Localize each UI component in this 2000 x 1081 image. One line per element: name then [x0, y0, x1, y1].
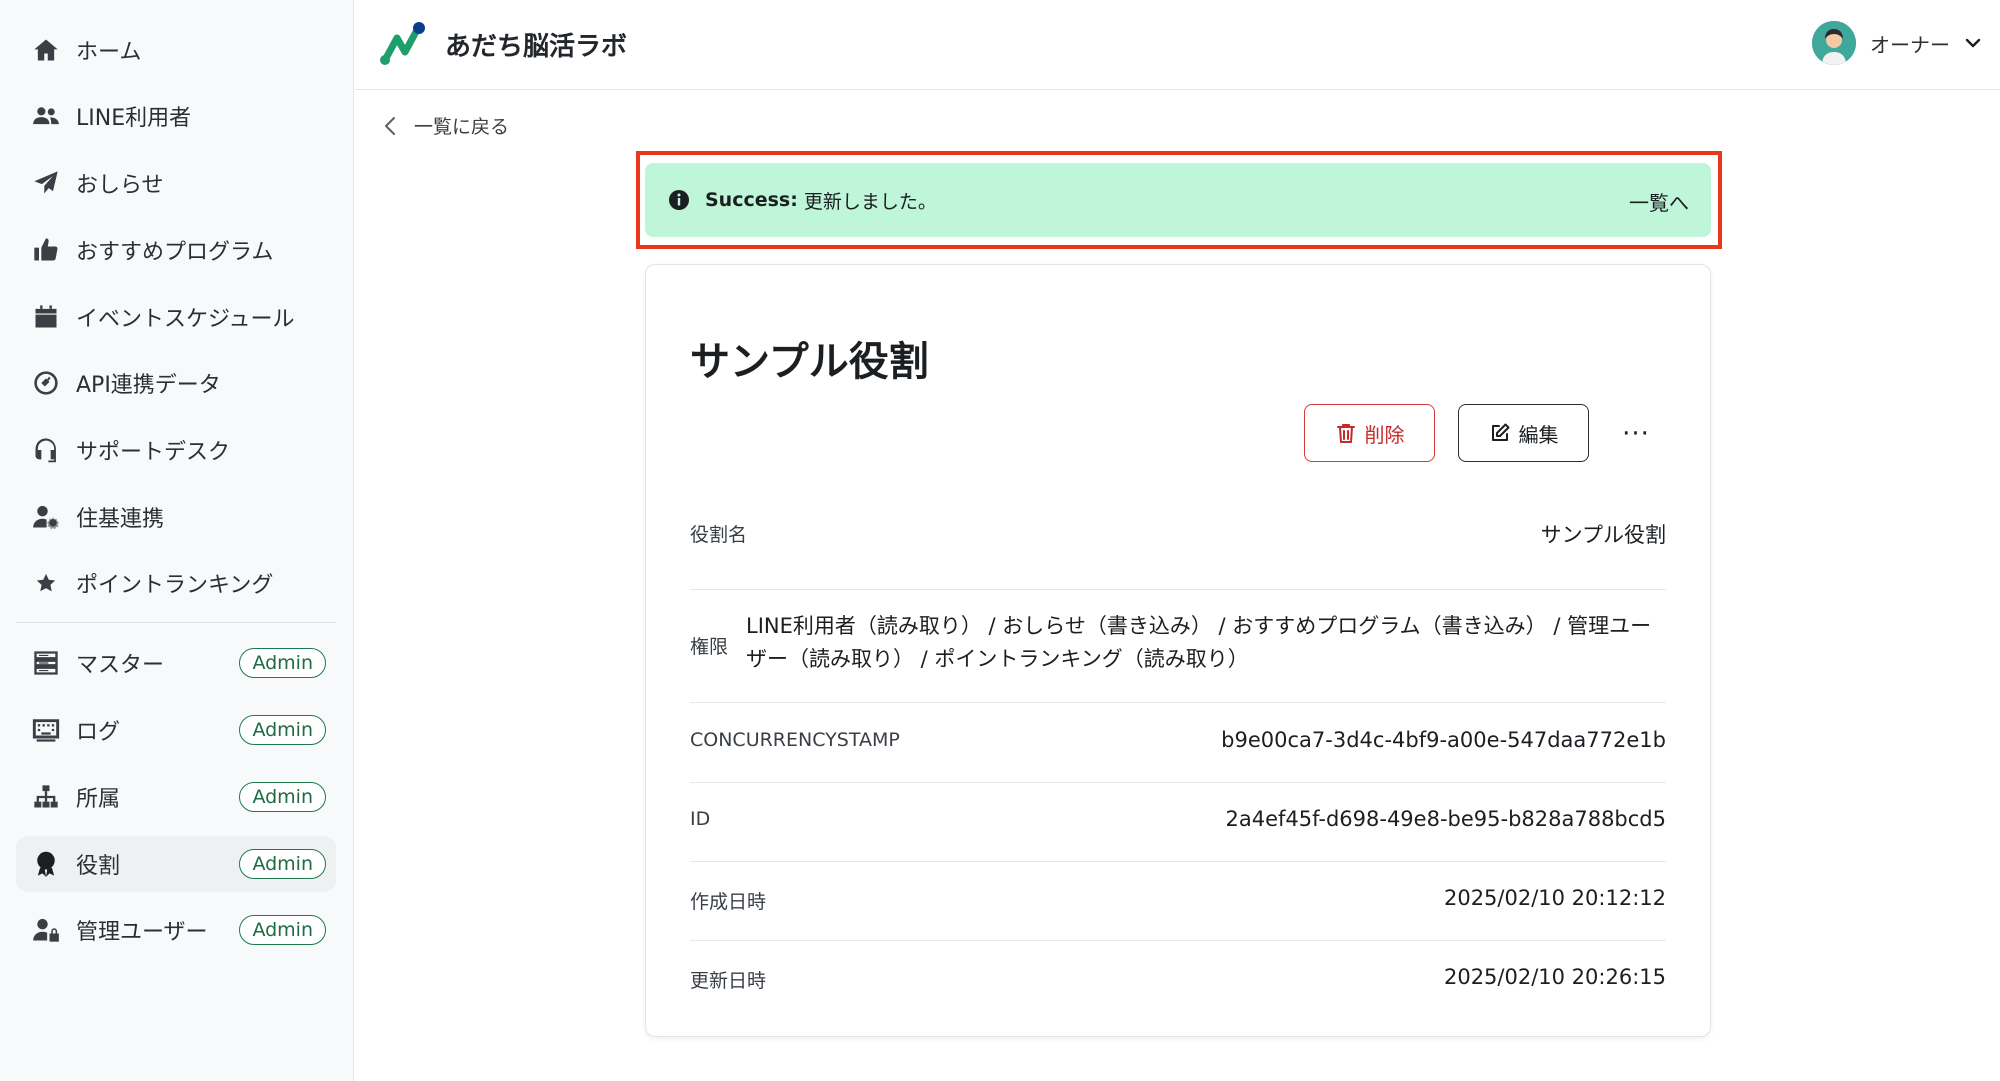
star-icon — [16, 572, 68, 594]
admin-badge: Admin — [239, 715, 326, 745]
sidebar-item-news[interactable]: おしらせ — [16, 155, 336, 211]
field-label: 更新日時 — [690, 970, 767, 992]
field-value: b9e00ca7-3d4c-4bf9-a00e-547daa772e1b — [1221, 728, 1666, 752]
chevron-down-icon — [1965, 38, 1981, 48]
plug-icon — [16, 369, 68, 397]
sidebar-item-roles[interactable]: 役割 Admin — [16, 836, 336, 892]
admin-badge: Admin — [239, 648, 326, 678]
field-label: ID — [690, 808, 711, 830]
sidebar-item-line-users[interactable]: LINE利用者 — [16, 88, 336, 144]
sidebar-item-label: おしらせ — [76, 173, 164, 198]
field-label: 作成日時 — [690, 891, 767, 913]
field-label: 役割名 — [690, 524, 748, 546]
sidebar-item-label: 管理ユーザー — [76, 920, 208, 945]
sidebar-item-label: ログ — [76, 720, 121, 745]
sidebar-item-label: イベントスケジュール — [76, 307, 295, 332]
field-row-updated-at: 更新日時 2025/02/10 20:26:15 — [690, 941, 1666, 1020]
alert-message: 更新しました。 — [803, 190, 937, 213]
success-alert: Success: 更新しました。 一覧へ — [645, 163, 1711, 237]
delete-button-label: 削除 — [1364, 422, 1405, 447]
sidebar-divider — [16, 622, 336, 623]
sidebar-item-point-ranking[interactable]: ポイントランキング — [16, 555, 336, 611]
sitemap-icon — [16, 783, 68, 811]
sidebar-item-label: おすすめプログラム — [76, 240, 274, 265]
edit-button-label: 編集 — [1518, 422, 1559, 447]
chevron-left-icon — [385, 116, 395, 135]
admin-badge: Admin — [239, 915, 326, 945]
sidebar-item-label: 役割 — [76, 854, 121, 879]
app-logo[interactable] — [377, 20, 429, 68]
edit-button[interactable]: 編集 — [1458, 404, 1589, 462]
sidebar-item-label: 住基連携 — [76, 507, 165, 532]
field-row-role-name: 役割名 サンプル役割 — [690, 495, 1666, 590]
field-value: 2025/02/10 20:26:15 — [1443, 965, 1666, 989]
page-title: サンプル役割 — [690, 339, 929, 385]
field-row-id: ID 2a4ef45f-d698-49e8-be95-b828a788bcd5 — [690, 783, 1666, 862]
more-options-button[interactable]: ··· — [1612, 414, 1660, 454]
sidebar-item-support[interactable]: サポートデスク — [16, 422, 336, 478]
field-row-created-at: 作成日時 2025/02/10 20:12:12 — [690, 862, 1666, 941]
trash-icon — [1336, 424, 1355, 443]
sidebar-item-home[interactable]: ホーム — [16, 22, 336, 78]
sidebar-item-label: LINE利用者 — [76, 106, 192, 131]
back-to-list-link[interactable]: 一覧に戻る — [382, 112, 509, 139]
sidebar-item-label: マスター — [76, 653, 165, 678]
field-row-permissions: 権限 LINE利用者（読み取り） / おしらせ（書き込み） / おすすめプログラ… — [690, 590, 1666, 703]
home-icon — [16, 36, 68, 64]
sidebar-item-label: ポイントランキング — [76, 573, 274, 598]
field-value: サンプル役割 — [1540, 523, 1666, 547]
app-title: あだち脳活ラボ — [445, 32, 628, 62]
keyboard-icon — [16, 716, 68, 744]
alert-go-to-list-link[interactable]: 一覧へ — [1629, 187, 1689, 216]
field-label: 権限 — [690, 636, 729, 658]
sidebar-item-affiliation[interactable]: 所属 Admin — [16, 769, 336, 825]
sidebar-item-api-data[interactable]: API連携データ — [16, 355, 336, 411]
role-detail-card: サンプル役割 削除 編集 ··· 役割名 サンプル役割 権限 LINE利用者（読… — [645, 264, 1711, 1037]
alert-status: Success: — [705, 189, 798, 211]
avatar — [1812, 21, 1856, 65]
field-row-concurrency-stamp: CONCURRENCYSTAMP b9e00ca7-3d4c-4bf9-a00e… — [690, 703, 1666, 783]
back-link-label: 一覧に戻る — [414, 116, 510, 138]
sidebar: ホーム LINE利用者 おしらせ おすすめプログラム イベントスケジュール AP… — [0, 0, 354, 1081]
field-value: 2a4ef45f-d698-49e8-be95-b828a788bcd5 — [1225, 807, 1667, 831]
field-value: 2025/02/10 20:12:12 — [1443, 886, 1666, 910]
edit-icon — [1491, 423, 1509, 441]
users-icon — [16, 102, 68, 130]
field-label: CONCURRENCYSTAMP — [690, 729, 900, 751]
sidebar-item-admin-users[interactable]: 管理ユーザー Admin — [16, 902, 336, 958]
calendar-icon — [16, 303, 68, 331]
user-name: オーナー — [1870, 32, 1950, 57]
paper-plane-icon — [16, 169, 68, 197]
admin-badge: Admin — [239, 849, 326, 879]
sidebar-item-programs[interactable]: おすすめプログラム — [16, 222, 336, 278]
award-icon — [16, 850, 68, 878]
sidebar-item-label: API連携データ — [76, 373, 221, 398]
sidebar-item-resident-link[interactable]: 住基連携 — [16, 489, 336, 545]
sidebar-item-logs[interactable]: ログ Admin — [16, 702, 336, 758]
field-value: LINE利用者（読み取り） / おしらせ（書き込み） / おすすめプログラム（書… — [746, 614, 1652, 671]
sidebar-item-master[interactable]: マスター Admin — [16, 635, 336, 691]
sidebar-item-events[interactable]: イベントスケジュール — [16, 289, 336, 345]
delete-button[interactable]: 削除 — [1304, 404, 1435, 462]
top-header: あだち脳活ラボ オーナー — [355, 0, 2000, 90]
headset-icon — [16, 436, 68, 464]
user-menu[interactable]: オーナー — [1812, 20, 1982, 66]
info-icon — [669, 190, 689, 210]
sidebar-item-label: サポートデスク — [76, 440, 231, 465]
user-gear-icon — [16, 503, 68, 531]
user-lock-icon — [16, 916, 68, 944]
thumbs-up-icon — [16, 236, 68, 264]
admin-badge: Admin — [239, 782, 326, 812]
server-icon — [16, 649, 68, 677]
sidebar-item-label: 所属 — [76, 787, 121, 812]
sidebar-item-label: ホーム — [76, 40, 142, 65]
